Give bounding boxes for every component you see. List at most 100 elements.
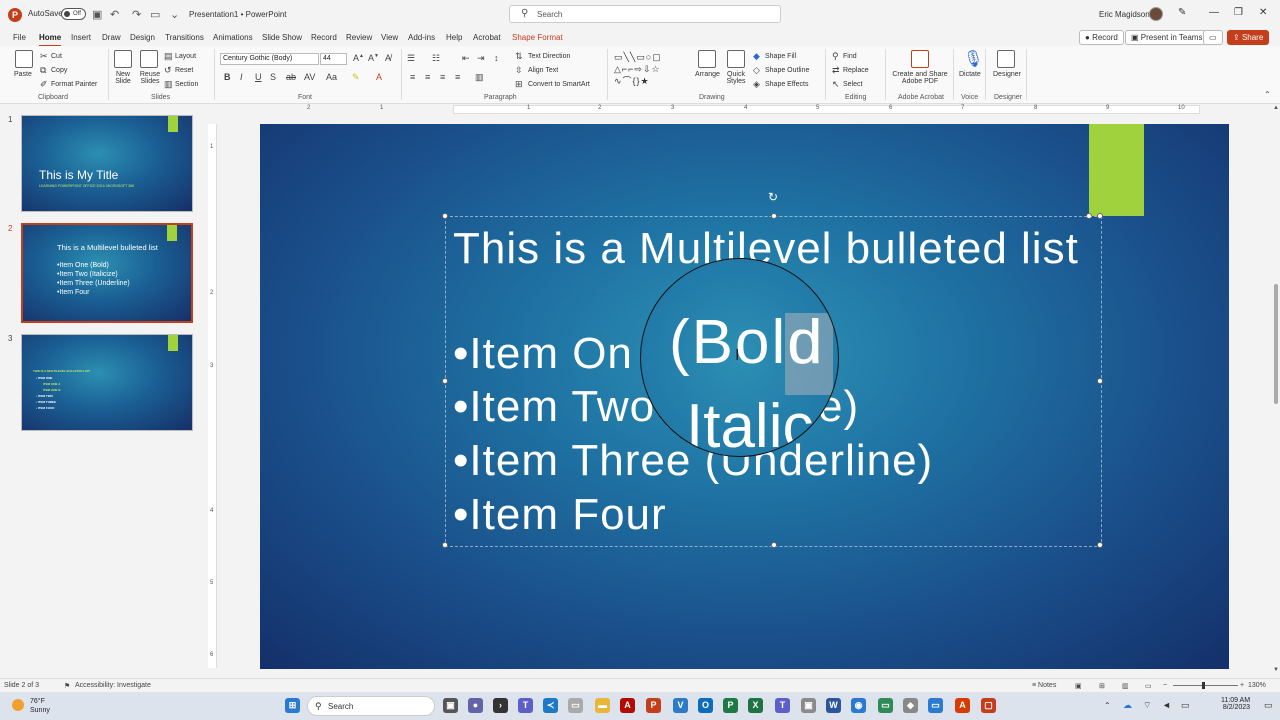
decrease-font-icon[interactable]: A▼: [368, 53, 379, 63]
teams-icon[interactable]: T: [518, 698, 533, 713]
resize-handle[interactable]: [771, 213, 777, 219]
find-button[interactable]: Find: [843, 53, 857, 60]
replace-button[interactable]: Replace: [843, 67, 869, 74]
new-slide-button[interactable]: New Slide: [111, 71, 135, 85]
app-icon[interactable]: ▭: [928, 698, 943, 713]
notes-button[interactable]: ≡ Notes: [1032, 682, 1056, 689]
save-icon[interactable]: ▣: [92, 8, 102, 21]
slide-sorter-icon[interactable]: ⊞: [1099, 682, 1105, 690]
powerpoint-taskbar-icon[interactable]: P: [646, 698, 661, 713]
task-view-icon[interactable]: ▣: [443, 698, 458, 713]
volume-icon[interactable]: ◄: [1162, 700, 1171, 710]
show-hidden-icons[interactable]: ⌃: [1104, 701, 1111, 710]
share-button[interactable]: ⇪ Share: [1227, 30, 1270, 45]
app-icon[interactable]: ▣: [801, 698, 816, 713]
word-icon[interactable]: W: [826, 698, 841, 713]
battery-icon[interactable]: ▭: [1181, 700, 1190, 711]
tab-design[interactable]: Design: [130, 33, 155, 42]
undo-icon[interactable]: ↶: [110, 8, 119, 21]
accessibility-icon[interactable]: ⚑: [64, 682, 70, 690]
acrobat-icon[interactable]: A: [620, 698, 635, 713]
copy-button[interactable]: Copy: [51, 67, 67, 74]
shapes-gallery[interactable]: ▭╲╲▭○▢ △⌐⌐⇨⇩☆ ∿⌒{}★: [614, 51, 690, 89]
present-teams-button[interactable]: ▣ Present in Teams: [1125, 30, 1209, 45]
bullet-item[interactable]: •Item On: [453, 329, 633, 379]
dictate-button[interactable]: Dictate: [959, 71, 981, 78]
maximize-icon[interactable]: ❐: [1234, 7, 1243, 18]
tab-view[interactable]: View: [381, 33, 398, 42]
bold-icon[interactable]: B: [224, 72, 231, 82]
tab-shape-format[interactable]: Shape Format: [512, 33, 563, 42]
chat-icon[interactable]: ●: [468, 698, 483, 713]
comments-icon[interactable]: ▭: [1203, 30, 1223, 45]
create-share-pdf-button[interactable]: Create and Share Adobe PDF: [889, 71, 951, 85]
reading-view-icon[interactable]: ▥: [1122, 682, 1129, 690]
microphone-icon[interactable]: 🎙: [963, 49, 983, 69]
file-explorer-icon[interactable]: ▬: [595, 698, 610, 713]
taskbar-search[interactable]: ⚲ Search: [307, 696, 435, 716]
avatar[interactable]: [1149, 7, 1163, 21]
app-icon[interactable]: ▢: [981, 698, 996, 713]
tab-animations[interactable]: Animations: [213, 33, 253, 42]
adobe-pdf-icon[interactable]: [911, 50, 929, 68]
scroll-up-icon[interactable]: ▲: [1273, 105, 1279, 111]
resize-handle[interactable]: [1097, 542, 1103, 548]
reuse-slides-button[interactable]: Reuse Slides: [138, 71, 162, 85]
change-case-icon[interactable]: Aa: [326, 72, 337, 82]
customize-qat-icon[interactable]: ⌄: [170, 8, 179, 21]
tab-help[interactable]: Help: [446, 33, 462, 42]
font-color-icon[interactable]: A: [376, 72, 382, 82]
increase-font-icon[interactable]: A▲: [353, 53, 364, 63]
user-name[interactable]: Eric Magidson: [1099, 10, 1150, 19]
record-button[interactable]: ● Record: [1079, 30, 1124, 45]
start-icon[interactable]: ⊞: [285, 698, 300, 713]
zoom-slider[interactable]: [1173, 685, 1238, 686]
shadow-icon[interactable]: S: [270, 72, 276, 82]
resize-handle[interactable]: [1097, 213, 1103, 219]
present-icon[interactable]: ▭: [150, 8, 160, 21]
align-center-icon[interactable]: ≡: [425, 72, 430, 82]
minimize-icon[interactable]: —: [1209, 7, 1219, 18]
resize-handle[interactable]: [1097, 378, 1103, 384]
convert-smartart-button[interactable]: Convert to SmartArt: [528, 81, 590, 88]
resize-handle[interactable]: [442, 213, 448, 219]
wifi-icon[interactable]: ⌔: [1143, 700, 1151, 711]
italic-icon[interactable]: I: [240, 72, 243, 82]
designer-button[interactable]: Designer: [993, 71, 1021, 78]
acrobat-reader-icon[interactable]: A: [955, 698, 970, 713]
collapse-ribbon-icon[interactable]: ⌃: [1264, 90, 1271, 99]
zoom-slider-thumb[interactable]: [1202, 682, 1205, 689]
new-slide-icon[interactable]: [114, 50, 132, 68]
excel-icon[interactable]: X: [748, 698, 763, 713]
resize-handle[interactable]: [442, 378, 448, 384]
quick-styles-button[interactable]: Quick Styles: [724, 71, 748, 85]
tab-acrobat[interactable]: Acrobat: [473, 33, 501, 42]
normal-view-icon[interactable]: ▣: [1075, 682, 1082, 690]
align-right-icon[interactable]: ≡: [440, 72, 445, 82]
layout-button[interactable]: Layout: [175, 53, 196, 60]
font-name-select[interactable]: Century Gothic (Body): [220, 53, 319, 65]
quick-styles-icon[interactable]: [727, 50, 745, 68]
notification-icon[interactable]: ▭: [1264, 700, 1273, 711]
tab-record[interactable]: Record: [311, 33, 337, 42]
tab-insert[interactable]: Insert: [71, 33, 91, 42]
tab-file[interactable]: File: [13, 33, 26, 42]
slide-thumbnail-3[interactable]: THIS IS A MULTILEVEL BULLETED LIST • ITE…: [21, 334, 193, 431]
tab-add-ins[interactable]: Add-ins: [408, 33, 435, 42]
cut-button[interactable]: Cut: [51, 53, 62, 60]
arrange-icon[interactable]: [698, 50, 716, 68]
line-spacing-icon[interactable]: ↕: [494, 53, 499, 63]
tab-slide-show[interactable]: Slide Show: [262, 33, 302, 42]
autosave-toggle[interactable]: Off: [61, 8, 86, 20]
rotate-handle-icon[interactable]: ↻: [768, 190, 778, 204]
shape-fill-button[interactable]: Shape Fill: [765, 53, 796, 60]
zoom-in-icon[interactable]: +: [1240, 682, 1244, 689]
clear-formatting-icon[interactable]: A̸: [385, 53, 391, 63]
highlight-icon[interactable]: ✎: [352, 72, 360, 83]
slide-thumbnail-1[interactable]: This is My Title LEARNING POWERPOINT OFF…: [21, 115, 193, 212]
slide-thumbnail-2[interactable]: This is a Multilevel bulleted list •Item…: [21, 223, 193, 323]
tab-home[interactable]: Home: [39, 33, 62, 47]
vscode-icon[interactable]: ≺: [543, 698, 558, 713]
arrange-button[interactable]: Arrange: [695, 71, 720, 78]
slideshow-icon[interactable]: ▭: [1145, 682, 1152, 690]
